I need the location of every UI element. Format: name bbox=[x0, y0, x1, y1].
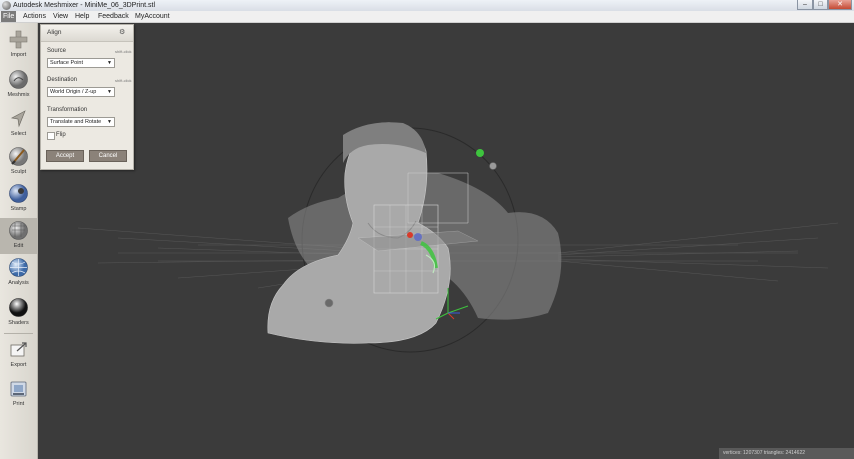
chevron-down-icon: ▼ bbox=[107, 60, 112, 66]
transformation-select-value: Translate and Rotate bbox=[50, 119, 102, 125]
gear-icon[interactable]: ⚙ bbox=[119, 29, 126, 36]
source-select[interactable]: Surface Point ▼ bbox=[47, 58, 115, 68]
align-panel-header: Align ⚙ bbox=[41, 25, 133, 42]
rotate-handle-grey[interactable] bbox=[489, 162, 497, 170]
tool-export-label: Export bbox=[10, 362, 27, 368]
align-panel-title: Align bbox=[47, 29, 62, 36]
maximize-button[interactable]: □ bbox=[813, 0, 828, 10]
import-plus-icon bbox=[9, 30, 28, 49]
destination-select[interactable]: World Origin / Z-up ▼ bbox=[47, 87, 115, 97]
source-shift-click-link[interactable]: shift-click bbox=[115, 49, 131, 54]
source-label: Source bbox=[47, 48, 67, 54]
flip-checkbox[interactable] bbox=[47, 132, 55, 140]
tool-edit-label: Edit bbox=[13, 243, 24, 249]
axis-origin-red[interactable] bbox=[407, 232, 413, 238]
chevron-down-icon: ▼ bbox=[107, 119, 112, 125]
cancel-button[interactable]: Cancel bbox=[89, 150, 127, 162]
minimize-button[interactable]: – bbox=[797, 0, 813, 10]
tool-import-label: Import bbox=[10, 52, 27, 58]
tool-export[interactable]: Export bbox=[0, 339, 37, 372]
tool-import[interactable]: Import bbox=[0, 29, 37, 62]
tool-print[interactable]: Print bbox=[0, 378, 37, 411]
transformation-select[interactable]: Translate and Rotate ▼ bbox=[47, 117, 115, 127]
tool-analysis-label: Analysis bbox=[8, 280, 29, 286]
transformation-label: Transformation bbox=[47, 107, 88, 113]
tool-shaders-label: Shaders bbox=[8, 320, 29, 326]
sculpt-brush-icon bbox=[9, 147, 28, 166]
tool-meshmix[interactable]: Meshmix bbox=[0, 69, 37, 102]
menu-bar: File Actions View Help Feedback MyAccoun… bbox=[0, 11, 854, 23]
tool-print-label: Print bbox=[12, 401, 25, 407]
meshmix-sphere-icon bbox=[9, 70, 28, 89]
tool-select[interactable]: Select bbox=[0, 108, 37, 141]
menu-actions[interactable]: Actions bbox=[21, 11, 48, 22]
tool-shaders[interactable]: Shaders bbox=[0, 297, 37, 330]
toolbar-divider bbox=[4, 333, 33, 334]
chevron-down-icon: ▼ bbox=[107, 89, 112, 95]
tool-sidebar: Import Meshmix Select Sculpt Stamp Edit … bbox=[0, 23, 38, 459]
select-arrow-icon bbox=[10, 110, 26, 128]
tool-edit[interactable]: Edit bbox=[0, 218, 37, 254]
tool-meshmix-label: Meshmix bbox=[7, 92, 30, 98]
status-bar: vertices: 1207307 triangles: 2414622 bbox=[719, 448, 854, 459]
tool-analysis[interactable]: Analysis bbox=[0, 257, 37, 290]
mesh-stats: vertices: 1207307 triangles: 2414622 bbox=[723, 450, 806, 456]
tool-sculpt[interactable]: Sculpt bbox=[0, 146, 37, 179]
menu-feedback[interactable]: Feedback bbox=[96, 11, 131, 22]
close-button[interactable]: ✕ bbox=[828, 0, 852, 10]
title-bar: Autodesk Meshmixer - MiniMe_06_3DPrint.s… bbox=[0, 0, 854, 11]
3d-scene bbox=[77, 122, 839, 353]
tool-stamp[interactable]: Stamp bbox=[0, 183, 37, 216]
menu-file[interactable]: File bbox=[1, 11, 17, 22]
analysis-globe-icon bbox=[9, 258, 28, 277]
meshmixer-logo-icon bbox=[2, 1, 11, 10]
source-select-value: Surface Point bbox=[50, 60, 84, 66]
export-icon bbox=[10, 342, 27, 357]
menu-help[interactable]: Help bbox=[73, 11, 91, 22]
edit-icon bbox=[9, 221, 28, 240]
tool-sculpt-label: Sculpt bbox=[10, 169, 27, 175]
destination-select-value: World Origin / Z-up bbox=[50, 89, 97, 95]
destination-shift-click-link[interactable]: shift-click bbox=[115, 78, 131, 83]
flip-label: Flip bbox=[56, 132, 66, 138]
accept-button[interactable]: Accept bbox=[46, 150, 84, 162]
shaders-sphere-icon bbox=[9, 298, 28, 317]
rotate-handle-bottom[interactable] bbox=[324, 298, 334, 308]
stamp-icon bbox=[9, 184, 28, 203]
menu-view[interactable]: View bbox=[51, 11, 70, 22]
axis-origin-blue[interactable] bbox=[414, 233, 422, 241]
print-icon bbox=[10, 381, 27, 397]
menu-myaccount[interactable]: MyAccount bbox=[133, 11, 172, 22]
align-panel: Align ⚙ Source shift-click Surface Point… bbox=[40, 24, 134, 170]
tool-stamp-label: Stamp bbox=[10, 206, 27, 212]
rotate-handle-green[interactable] bbox=[476, 149, 484, 157]
tool-select-label: Select bbox=[10, 131, 27, 137]
window-title: Autodesk Meshmixer - MiniMe_06_3DPrint.s… bbox=[13, 2, 155, 9]
destination-label: Destination bbox=[47, 77, 78, 83]
